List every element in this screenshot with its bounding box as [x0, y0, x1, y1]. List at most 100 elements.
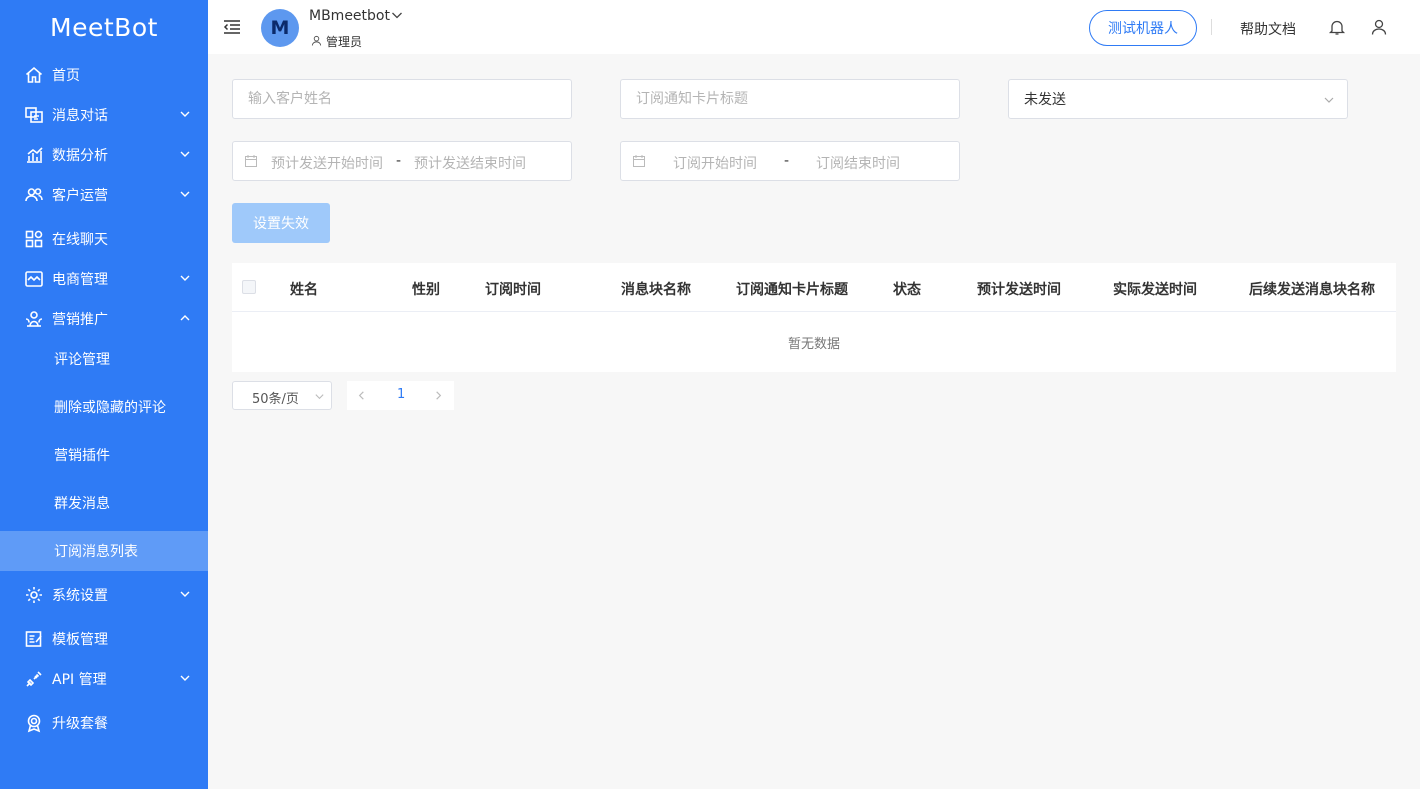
sidebar-item-label: 系统设置 [52, 588, 108, 604]
sidebar-item-label: 营销推广 [52, 312, 108, 328]
sidebar-subitem-label: 群发消息 [54, 496, 110, 512]
sidebar-item-customer-ops[interactable]: 客户运营 [0, 175, 208, 215]
empty-state: 暂无数据 [787, 337, 840, 352]
sidebar-subitem-label: 评论管理 [54, 352, 110, 368]
sidebar-item-settings[interactable]: 系统设置 [0, 575, 208, 615]
subscription-table: 姓名 性别 订阅时间 消息块名称 订阅通知卡片标题 状态 预计发送时间 实际发送… [232, 263, 1396, 372]
set-invalid-button[interactable]: 设置失效 [232, 203, 330, 243]
help-docs-link[interactable]: 帮助文档 [1240, 19, 1296, 39]
menu-collapse-icon[interactable] [223, 19, 241, 35]
shop-icon [24, 269, 44, 289]
user-icon[interactable] [1370, 18, 1388, 36]
gear-icon [24, 585, 44, 605]
chevron-down-icon [180, 111, 190, 117]
sidebar-subitem-label: 营销插件 [54, 448, 110, 464]
sidebar: MeetBot 首页 消息对话 数据分析 客户运营 在线聊天 电商管理 营销推广… [0, 0, 208, 789]
sidebar-subitem-hidden-comments[interactable]: 删除或隐藏的评论 [0, 387, 208, 427]
range-separator: - [396, 153, 402, 169]
column-header: 消息块名称 [621, 282, 691, 298]
pagination: 1 [347, 381, 454, 410]
sidebar-item-label: 模板管理 [52, 632, 108, 648]
sidebar-item-conversations[interactable]: 消息对话 [0, 95, 208, 135]
top-header: M MBmeetbot 管理员 测试机器人 帮助文档 [208, 0, 1420, 54]
select-all-checkbox[interactable] [242, 280, 256, 294]
sidebar-item-label: 客户运营 [52, 188, 108, 204]
template-icon [24, 629, 44, 649]
column-header: 预计发送时间 [977, 282, 1061, 298]
page-size-select[interactable]: 50条/页 [232, 381, 332, 410]
planned-send-range[interactable]: 预计发送开始时间 - 预计发送结束时间 [232, 141, 572, 181]
chevron-down-icon [180, 675, 190, 681]
status-select-value: 未发送 [1024, 92, 1066, 108]
sidebar-subitem-broadcast[interactable]: 群发消息 [0, 483, 208, 523]
test-bot-button[interactable]: 测试机器人 [1089, 10, 1197, 46]
sidebar-item-templates[interactable]: 模板管理 [0, 619, 208, 659]
sidebar-subitem-label: 订阅消息列表 [54, 544, 138, 560]
sidebar-item-label: API 管理 [52, 672, 107, 688]
chevron-down-icon [315, 394, 324, 400]
column-header: 订阅通知卡片标题 [736, 282, 848, 298]
sidebar-subitem-plugins[interactable]: 营销插件 [0, 435, 208, 475]
sidebar-item-label: 升级套餐 [52, 716, 108, 732]
chevron-down-icon [180, 275, 190, 281]
bell-icon[interactable] [1328, 18, 1346, 36]
sidebar-item-label: 消息对话 [52, 108, 108, 124]
column-header: 订阅时间 [485, 282, 541, 298]
calendar-icon [633, 155, 645, 167]
chevron-left-icon[interactable] [356, 390, 367, 401]
analytics-icon [24, 145, 44, 165]
sidebar-item-home[interactable]: 首页 [0, 55, 208, 95]
calendar-icon [245, 155, 257, 167]
sidebar-item-live-chat[interactable]: 在线聊天 [0, 219, 208, 259]
chevron-down-icon [180, 191, 190, 197]
header-divider [1211, 19, 1212, 35]
badge-icon [24, 713, 44, 733]
subscribe-start[interactable]: 订阅开始时间 [673, 153, 757, 173]
card-title-input[interactable] [621, 80, 959, 118]
chevron-up-icon [180, 315, 190, 321]
chevron-right-icon[interactable] [433, 390, 444, 401]
sidebar-item-label: 电商管理 [52, 272, 108, 288]
chevron-down-icon [1324, 97, 1334, 103]
chevron-down-icon[interactable] [391, 9, 403, 21]
sidebar-item-label: 数据分析 [52, 148, 108, 164]
sidebar-subitem-subscriptions[interactable]: 订阅消息列表 [0, 531, 208, 571]
column-header: 后续发送消息块名称 [1249, 282, 1375, 298]
sidebar-subitem-label: 删除或隐藏的评论 [54, 400, 166, 416]
column-header: 状态 [893, 282, 921, 298]
page-size-value: 50条/页 [252, 392, 299, 407]
subscribe-end[interactable]: 订阅结束时间 [816, 153, 900, 173]
planned-send-start[interactable]: 预计发送开始时间 [271, 153, 383, 173]
table-header: 姓名 性别 订阅时间 消息块名称 订阅通知卡片标题 状态 预计发送时间 实际发送… [232, 263, 1396, 312]
marketing-icon [24, 309, 44, 329]
chevron-down-icon [180, 591, 190, 597]
sidebar-item-api[interactable]: API 管理 [0, 659, 208, 699]
range-separator: - [784, 153, 790, 169]
sidebar-item-label: 首页 [52, 68, 80, 84]
chat-icon [24, 105, 44, 125]
users-icon [24, 185, 44, 205]
home-icon [24, 65, 44, 85]
app-logo: MeetBot [50, 12, 158, 42]
account-role: 管理员 [326, 35, 363, 49]
sidebar-item-analytics[interactable]: 数据分析 [0, 135, 208, 175]
column-header: 姓名 [290, 282, 318, 298]
sidebar-subitem-comments[interactable]: 评论管理 [0, 339, 208, 379]
grid-icon [24, 229, 44, 249]
planned-send-end[interactable]: 预计发送结束时间 [414, 153, 526, 173]
sidebar-item-label: 在线聊天 [52, 232, 108, 248]
sidebar-item-ecommerce[interactable]: 电商管理 [0, 259, 208, 299]
column-header: 实际发送时间 [1113, 282, 1197, 298]
avatar[interactable]: M [261, 9, 299, 47]
column-header: 性别 [412, 282, 440, 298]
status-select[interactable]: 未发送 [1008, 79, 1348, 119]
account-name[interactable]: MBmeetbot [309, 8, 390, 24]
page-number-current[interactable]: 1 [397, 387, 405, 402]
user-icon [311, 35, 322, 46]
card-title-field[interactable] [620, 79, 960, 119]
customer-name-input[interactable] [233, 80, 571, 118]
customer-name-field[interactable] [232, 79, 572, 119]
subscribe-range[interactable]: 订阅开始时间 - 订阅结束时间 [620, 141, 960, 181]
sidebar-item-upgrade[interactable]: 升级套餐 [0, 703, 208, 743]
sidebar-item-marketing[interactable]: 营销推广 [0, 299, 208, 339]
